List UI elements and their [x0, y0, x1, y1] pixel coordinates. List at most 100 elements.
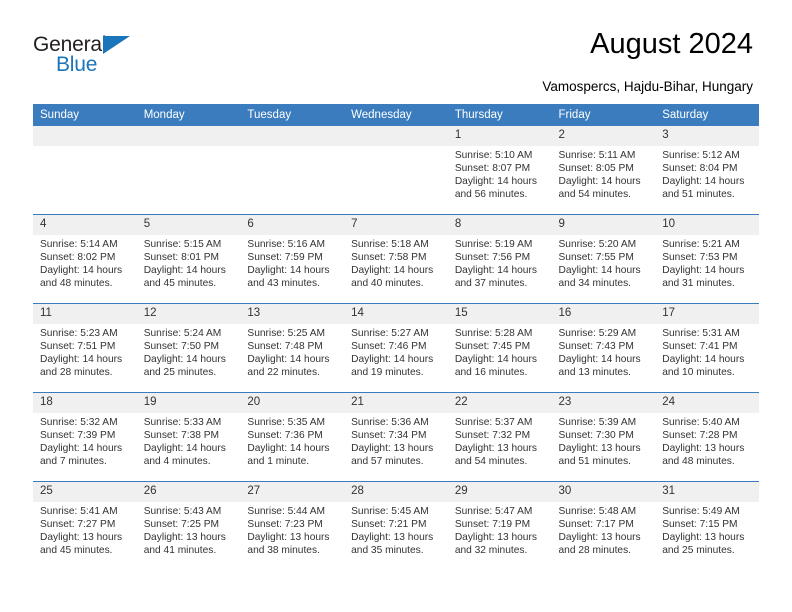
daylight-text-line1: Daylight: 14 hours [143, 265, 226, 277]
sunrise-text: Sunrise: 5:11 AM [558, 150, 636, 161]
day-cell[interactable]: 20 Sunrise: 5:35 AM Sunset: 7:36 PM Dayl… [240, 392, 345, 482]
day-cell[interactable]: 8 Sunrise: 5:19 AM Sunset: 7:56 PM Dayli… [447, 214, 552, 304]
sunrise-text: Sunrise: 5:48 AM [558, 506, 637, 517]
calendar-week-row: 25 Sunrise: 5:41 AM Sunset: 7:27 PM Dayl… [33, 481, 759, 570]
day-cell[interactable]: 4 Sunrise: 5:14 AM Sunset: 8:02 PM Dayli… [33, 214, 137, 304]
day-details: Sunrise: 5:19 AM Sunset: 7:56 PM Dayligh… [448, 235, 552, 290]
logo-text-blue: Blue [56, 53, 98, 76]
daylight-text-line2: and 25 minutes. [662, 545, 735, 557]
sunrise-text: Sunrise: 5:12 AM [662, 150, 740, 161]
daylight-text-line2: and 45 minutes. [40, 545, 113, 557]
sunset-text: Sunset: 7:28 PM [662, 430, 738, 442]
day-cell[interactable]: 30 Sunrise: 5:48 AM Sunset: 7:17 PM Dayl… [551, 481, 656, 570]
day-number [240, 126, 345, 146]
day-cell[interactable]: 15 Sunrise: 5:28 AM Sunset: 7:45 PM Dayl… [447, 303, 552, 393]
day-details: Sunrise: 5:49 AM Sunset: 7:15 PM Dayligh… [655, 502, 759, 557]
day-details: Sunrise: 5:48 AM Sunset: 7:17 PM Dayligh… [552, 502, 656, 557]
day-details: Sunrise: 5:24 AM Sunset: 7:50 PM Dayligh… [137, 324, 241, 379]
day-cell[interactable]: 5 Sunrise: 5:15 AM Sunset: 8:01 PM Dayli… [136, 214, 241, 304]
sunset-text: Sunset: 7:25 PM [143, 519, 220, 531]
day-cell[interactable]: 10 Sunrise: 5:21 AM Sunset: 7:53 PM Dayl… [655, 214, 759, 304]
daylight-text-line2: and 54 minutes. [558, 189, 632, 201]
sunrise-text: Sunrise: 5:27 AM [351, 328, 429, 339]
sunrise-text: Sunrise: 5:24 AM [143, 328, 222, 339]
day-details: Sunrise: 5:14 AM Sunset: 8:02 PM Dayligh… [33, 235, 137, 290]
day-cell[interactable]: 23 Sunrise: 5:39 AM Sunset: 7:30 PM Dayl… [551, 392, 656, 482]
daylight-text-line2: and 56 minutes. [454, 189, 528, 201]
sunrise-text: Sunrise: 5:40 AM [662, 417, 740, 428]
day-cell[interactable]: 22 Sunrise: 5:37 AM Sunset: 7:32 PM Dayl… [447, 392, 552, 482]
sunrise-text: Sunrise: 5:44 AM [247, 506, 325, 517]
day-number: 26 [136, 482, 241, 502]
day-number: 2 [551, 126, 656, 146]
day-cell[interactable]: 25 Sunrise: 5:41 AM Sunset: 7:27 PM Dayl… [33, 481, 137, 570]
day-cell[interactable]: 14 Sunrise: 5:27 AM Sunset: 7:46 PM Dayl… [344, 303, 448, 393]
sunset-text: Sunset: 7:27 PM [40, 519, 116, 531]
day-details: Sunrise: 5:15 AM Sunset: 8:01 PM Dayligh… [137, 235, 241, 290]
day-details: Sunrise: 5:37 AM Sunset: 7:32 PM Dayligh… [448, 413, 552, 468]
sunset-text: Sunset: 7:58 PM [351, 252, 427, 264]
sunset-text: Sunset: 7:46 PM [351, 341, 427, 353]
day-cell[interactable]: 7 Sunrise: 5:18 AM Sunset: 7:58 PM Dayli… [344, 214, 448, 304]
weekday-header-tuesday: Tuesday [240, 104, 345, 126]
sunset-text: Sunset: 7:50 PM [143, 341, 220, 353]
sunrise-text: Sunrise: 5:49 AM [662, 506, 740, 517]
daylight-text-line2: and 51 minutes. [662, 189, 735, 201]
day-details: Sunrise: 5:32 AM Sunset: 7:39 PM Dayligh… [33, 413, 137, 468]
daylight-text-line2: and 1 minute. [247, 456, 310, 468]
day-number: 13 [240, 304, 345, 324]
day-cell[interactable]: 16 Sunrise: 5:29 AM Sunset: 7:43 PM Dayl… [551, 303, 656, 393]
sunset-text: Sunset: 7:36 PM [247, 430, 323, 442]
day-number: 9 [551, 215, 656, 235]
sunrise-text: Sunrise: 5:29 AM [558, 328, 637, 339]
day-cell[interactable]: 27 Sunrise: 5:44 AM Sunset: 7:23 PM Dayl… [240, 481, 345, 570]
daylight-text-line1: Daylight: 14 hours [454, 265, 537, 277]
day-cell[interactable]: 12 Sunrise: 5:24 AM Sunset: 7:50 PM Dayl… [136, 303, 241, 393]
daylight-text-line1: Daylight: 14 hours [247, 443, 330, 455]
day-cell[interactable]: 9 Sunrise: 5:20 AM Sunset: 7:55 PM Dayli… [551, 214, 656, 304]
daylight-text-line1: Daylight: 13 hours [558, 532, 641, 544]
daylight-text-line2: and 16 minutes. [454, 367, 528, 379]
day-cell[interactable]: 13 Sunrise: 5:25 AM Sunset: 7:48 PM Dayl… [240, 303, 345, 393]
day-cell[interactable]: 29 Sunrise: 5:47 AM Sunset: 7:19 PM Dayl… [447, 481, 552, 570]
daylight-text-line2: and 25 minutes. [143, 367, 217, 379]
day-cell[interactable]: 17 Sunrise: 5:31 AM Sunset: 7:41 PM Dayl… [655, 303, 759, 393]
sunrise-text: Sunrise: 5:36 AM [351, 417, 429, 428]
weekday-header-thursday: Thursday [447, 104, 552, 126]
day-details: Sunrise: 5:20 AM Sunset: 7:55 PM Dayligh… [552, 235, 656, 290]
day-cell[interactable]: 6 Sunrise: 5:16 AM Sunset: 7:59 PM Dayli… [240, 214, 345, 304]
calendar-table: Sunday Monday Tuesday Wednesday Thursday… [33, 104, 759, 570]
sunrise-text: Sunrise: 5:25 AM [247, 328, 325, 339]
day-cell[interactable]: 26 Sunrise: 5:43 AM Sunset: 7:25 PM Dayl… [136, 481, 241, 570]
daylight-text-line2: and 7 minutes. [40, 456, 107, 468]
daylight-text-line2: and 37 minutes. [454, 278, 528, 290]
day-cell[interactable]: 24 Sunrise: 5:40 AM Sunset: 7:28 PM Dayl… [655, 392, 759, 482]
day-details: Sunrise: 5:45 AM Sunset: 7:21 PM Dayligh… [344, 502, 448, 557]
calendar-week-row: 11 Sunrise: 5:23 AM Sunset: 7:51 PM Dayl… [33, 303, 759, 393]
calendar-body: 1 Sunrise: 5:10 AM Sunset: 8:07 PM Dayli… [33, 126, 759, 570]
day-cell[interactable]: 2 Sunrise: 5:11 AM Sunset: 8:05 PM Dayli… [551, 126, 656, 215]
sunset-text: Sunset: 7:51 PM [40, 341, 116, 353]
day-cell[interactable]: 3 Sunrise: 5:12 AM Sunset: 8:04 PM Dayli… [655, 126, 759, 215]
daylight-text-line2: and 35 minutes. [351, 545, 424, 557]
sunrise-text: Sunrise: 5:28 AM [454, 328, 533, 339]
day-number: 10 [655, 215, 759, 235]
day-cell[interactable]: 28 Sunrise: 5:45 AM Sunset: 7:21 PM Dayl… [344, 481, 448, 570]
day-details: Sunrise: 5:28 AM Sunset: 7:45 PM Dayligh… [448, 324, 552, 379]
daylight-text-line2: and 10 minutes. [662, 367, 735, 379]
day-cell[interactable]: 21 Sunrise: 5:36 AM Sunset: 7:34 PM Dayl… [344, 392, 448, 482]
day-details: Sunrise: 5:39 AM Sunset: 7:30 PM Dayligh… [552, 413, 656, 468]
day-cell[interactable]: 31 Sunrise: 5:49 AM Sunset: 7:15 PM Dayl… [655, 481, 759, 570]
day-cell[interactable]: 1 Sunrise: 5:10 AM Sunset: 8:07 PM Dayli… [447, 126, 552, 215]
day-details: Sunrise: 5:47 AM Sunset: 7:19 PM Dayligh… [448, 502, 552, 557]
day-cell[interactable]: 19 Sunrise: 5:33 AM Sunset: 7:38 PM Dayl… [136, 392, 241, 482]
sunrise-text: Sunrise: 5:47 AM [454, 506, 533, 517]
sunset-text: Sunset: 7:17 PM [558, 519, 634, 531]
daylight-text-line1: Daylight: 13 hours [454, 443, 537, 455]
sunset-text: Sunset: 7:55 PM [558, 252, 634, 264]
general-blue-logo[interactable]: General Blue [33, 33, 163, 81]
day-cell[interactable]: 18 Sunrise: 5:32 AM Sunset: 7:39 PM Dayl… [33, 392, 137, 482]
day-cell[interactable]: 11 Sunrise: 5:23 AM Sunset: 7:51 PM Dayl… [33, 303, 137, 393]
daylight-text-line1: Daylight: 14 hours [143, 443, 226, 455]
day-number: 14 [344, 304, 448, 324]
